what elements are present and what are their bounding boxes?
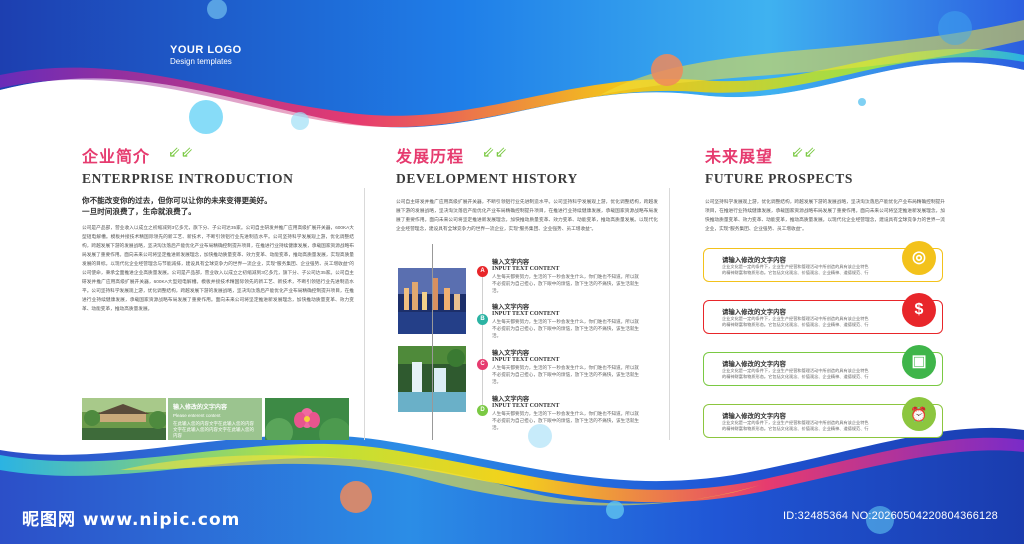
history-title-en: DEVELOPMENT HISTORY: [396, 171, 578, 186]
future-card-text: 企业文化是一定的条件下，企业生产经营和管理活动中所创造的具有该企业特色的精神财富…: [722, 420, 869, 431]
intro-body: 公司是产品部，营业收入以成立之初缩减到3亿多元，旗下分、子公司达35家。公司自主…: [82, 225, 354, 311]
timeline-line: [482, 268, 483, 412]
future-panel: 未来展望 ⇙⇙ FUTURE PROSPECTS 公司坚持科学发展观上游，优化调…: [705, 143, 945, 255]
intro-caption-en: Please enterent content: [173, 413, 221, 418]
timeline-desc: 人生每天都要努力，生活的下一秒会发生什么，你们谁也不知道。所以就不必提前为自己担…: [492, 365, 640, 384]
arrow-decor-icon: ⇙⇙: [168, 144, 194, 161]
timeline-title-en: INPUT TEXT CONTENT: [492, 311, 560, 317]
timeline-desc: 人生每天都要努力，生活的下一秒会发生什么，你们谁也不知道。所以就不必提前为自己担…: [492, 411, 640, 430]
timeline-title-en: INPUT TEXT CONTENT: [492, 266, 560, 272]
future-card-title: 请输入修改的文字内容: [722, 360, 786, 368]
history-title-cn: 发展历程: [396, 147, 465, 166]
future-card-text: 企业文化是一定的条件下，企业生产经营和管理活动中所创造的具有该企业特色的精神财富…: [722, 264, 869, 275]
dollar-icon: $: [902, 293, 936, 327]
panel-divider-1: [364, 188, 365, 440]
timeline-desc: 人生每天都要努力，生活的下一秒会发生什么，你们谁也不知道。所以就不必提前为自己担…: [492, 274, 640, 293]
timeline-text: 输入文字内容 INPUT TEXT CONTENT 人生每天都要努力，生活的下一…: [492, 257, 642, 294]
timeline-marker: C: [477, 359, 488, 370]
timeline-title-cn: 输入文字内容: [492, 350, 530, 357]
future-card: 请输入修改的文字内容 企业文化是一定的条件下，企业生产经营和管理活动中所创造的具…: [703, 345, 943, 386]
timeline-line: [432, 244, 433, 440]
timeline-text: 输入文字内容 INPUT TEXT CONTENT 人生每天都要努力，生活的下一…: [492, 302, 642, 339]
id-watermark: ID:32485364 NO:20260504220804366128: [783, 510, 998, 522]
site-watermark: 昵图网 www.nipic.com: [22, 510, 241, 530]
intro-lead-1: 你不能改变你的过去，但你可以让你的未来变得更美好。: [82, 196, 272, 205]
alarm-clock-icon: ⏰: [902, 397, 936, 431]
future-title-en: FUTURE PROSPECTS: [705, 171, 853, 186]
future-card-text: 企业文化是一定的条件下，企业生产经营和管理活动中所创造的具有该企业特色的精神财富…: [722, 316, 869, 327]
intro-caption-text: 在此输入您的内容文字在此输入您的内容文字在此输入您的内容文字在此输入您的内容: [173, 421, 254, 438]
timeline-desc: 人生每天都要努力，生活的下一秒会发生什么，你们谁也不知道。所以就不必提前为自己担…: [492, 319, 640, 338]
future-card: 请输入修改的文字内容 企业文化是一定的条件下，企业生产经营和管理活动中所创造的具…: [703, 397, 943, 438]
intro-lead-2: 一旦时间浪费了，生命就浪费了。: [82, 207, 196, 216]
timeline-marker: B: [477, 314, 488, 325]
future-card: 请输入修改的文字内容 企业文化是一定的条件下，企业生产经营和管理活动中所创造的具…: [703, 293, 943, 334]
future-title-cn: 未来展望: [705, 147, 774, 166]
intro-title-en: ENTERPRISE INTRODUCTION: [82, 171, 294, 186]
brand-logo: YOUR LOGO Design templates: [170, 44, 242, 66]
future-card-title: 请输入修改的文字内容: [722, 412, 786, 420]
future-card: 请输入修改的文字内容 企业文化是一定的条件下，企业生产经营和管理活动中所创造的具…: [703, 241, 943, 282]
logo-subtitle: Design templates: [170, 57, 232, 66]
history-panel: 发展历程 ⇙⇙ DEVELOPMENT HISTORY 公司自主研发并推广应用高…: [396, 143, 658, 255]
arrow-decor-icon: ⇙⇙: [482, 144, 508, 161]
timeline-text: 输入文字内容 INPUT TEXT CONTENT 人生每天都要努力，生活的下一…: [492, 394, 642, 431]
panel-divider-2: [669, 188, 670, 440]
timeline-title-en: INPUT TEXT CONTENT: [492, 403, 560, 409]
target-icon: ◎: [902, 241, 936, 275]
timeline-title-cn: 输入文字内容: [492, 304, 530, 311]
intro-lead: 你不能改变你的过去，但你可以让你的未来变得更美好。 一旦时间浪费了，生命就浪费了…: [82, 195, 354, 217]
timeline-title-cn: 输入文字内容: [492, 396, 530, 403]
intro-caption-box: 输入修改的文字内容 Please enterent content 在此输入您的…: [168, 398, 262, 440]
lotus-photo: [265, 398, 349, 440]
history-body: 公司自主研发并推广应用高级扩展开关器，不断引领铝行业先进制造水平。公司坚持科学发…: [396, 199, 658, 231]
gift-icon: ▣: [902, 345, 936, 379]
intro-title-cn: 企业简介: [82, 147, 151, 166]
timeline-title-en: INPUT TEXT CONTENT: [492, 357, 560, 363]
future-card-title: 请输入修改的文字内容: [722, 256, 786, 264]
intro-panel: 企业简介 ⇙⇙ ENTERPRISE INTRODUCTION 你不能改变你的过…: [82, 143, 354, 395]
arrow-decor-icon: ⇙⇙: [791, 144, 817, 161]
future-card-text: 企业文化是一定的条件下，企业生产经营和管理活动中所创造的具有该企业特色的精神财富…: [722, 368, 869, 379]
timeline-title-cn: 输入文字内容: [492, 259, 530, 266]
intro-caption-title: 输入修改的文字内容: [173, 405, 228, 411]
timeline-marker: D: [477, 405, 488, 416]
timeline-marker: A: [477, 266, 488, 277]
future-card-title: 请输入修改的文字内容: [722, 308, 786, 316]
logo-title: YOUR LOGO: [170, 44, 242, 56]
garden-photo: [82, 398, 166, 440]
timeline-text: 输入文字内容 INPUT TEXT CONTENT 人生每天都要努力，生活的下一…: [492, 348, 642, 385]
